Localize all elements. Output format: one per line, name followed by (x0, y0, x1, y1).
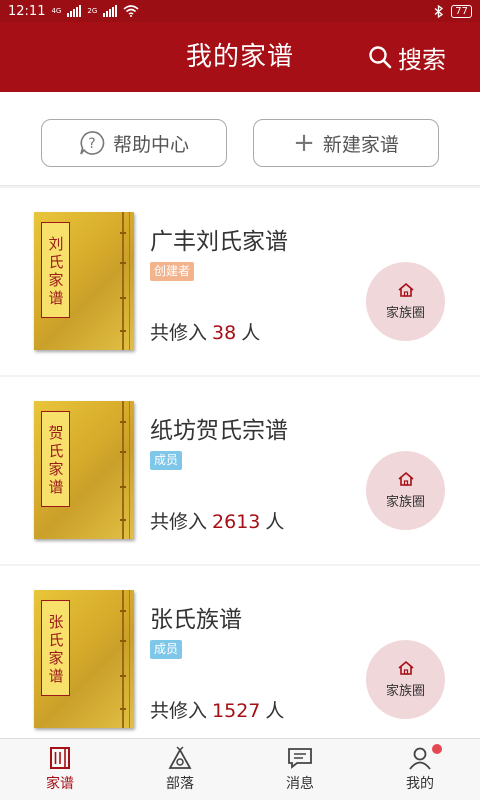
role-badge: 成员 (150, 640, 183, 659)
book-icon (50, 747, 70, 769)
family-name: 广丰刘氏家谱 (150, 229, 288, 255)
help-center-button[interactable]: ? 帮助中心 (41, 119, 227, 167)
user-icon (409, 747, 431, 770)
status-bar: 12:11 4G 2G 77 (0, 0, 480, 22)
tribe-icon (168, 746, 192, 769)
family-name: 纸坊贺氏宗谱 (150, 418, 288, 444)
new-family-tree-button[interactable]: + 新建家谱 (253, 119, 439, 167)
notification-dot (432, 744, 442, 754)
battery-indicator: 77 (451, 4, 472, 18)
tab-label: 部落 (166, 776, 194, 792)
member-count: 共修入 1527 人 (150, 700, 285, 722)
tab-family-tree[interactable]: 家谱 (0, 739, 120, 800)
help-center-label: 帮助中心 (112, 133, 189, 156)
role-badge: 成员 (150, 451, 183, 470)
family-card[interactable]: 刘氏家谱 广丰刘氏家谱 创建者 共修入 38 人 家族圈 (0, 188, 480, 375)
message-icon (288, 748, 312, 769)
status-time: 12:11 (8, 3, 46, 19)
signal-icon (67, 5, 82, 17)
book-label: 刘氏家谱 (41, 222, 70, 318)
role-badge: 创建者 (150, 262, 195, 281)
bottom-tab-bar: 家谱 部落 消息 我的 (0, 738, 480, 800)
family-circle-label: 家族圈 (385, 495, 425, 510)
plus-icon: + (293, 128, 315, 158)
svg-text:?: ? (88, 136, 95, 152)
book-label: 贺氏家谱 (41, 411, 70, 507)
tab-label: 家谱 (46, 776, 74, 792)
help-icon: ? (80, 131, 105, 155)
search-icon (369, 46, 392, 69)
member-count: 共修入 2613 人 (150, 511, 285, 533)
book-label: 张氏家谱 (41, 600, 70, 696)
home-icon (397, 471, 414, 486)
book-cover-icon: 刘氏家谱 (34, 212, 134, 350)
book-cover-icon: 张氏家谱 (34, 590, 134, 728)
family-card[interactable]: 贺氏家谱 纸坊贺氏宗谱 成员 共修入 2613 人 家族圈 (0, 377, 480, 564)
family-circle-label: 家族圈 (385, 684, 425, 699)
tab-label: 消息 (286, 776, 314, 792)
member-count: 共修入 38 人 (150, 322, 261, 344)
family-name: 张氏族谱 (150, 607, 242, 633)
family-circle-button[interactable]: 家族圈 (366, 640, 445, 719)
tab-messages[interactable]: 消息 (240, 739, 360, 800)
tab-label: 我的 (406, 776, 434, 792)
app-header: 我的家谱 搜索 (0, 22, 480, 92)
search-button[interactable]: 搜索 (368, 22, 446, 92)
family-circle-label: 家族圈 (385, 306, 425, 321)
family-card[interactable]: 张氏家谱 张氏族谱 成员 共修入 1527 人 家族圈 (0, 566, 480, 753)
book-cover-icon: 贺氏家谱 (34, 401, 134, 539)
network-type-1: 4G (51, 6, 62, 15)
new-family-tree-label: 新建家谱 (322, 133, 399, 156)
bluetooth-icon (434, 4, 444, 18)
search-label: 搜索 (398, 45, 446, 74)
signal-icon (103, 5, 118, 17)
tab-profile[interactable]: 我的 (360, 739, 480, 800)
home-icon (397, 282, 414, 297)
family-circle-button[interactable]: 家族圈 (366, 262, 445, 341)
tab-tribe[interactable]: 部落 (120, 739, 240, 800)
action-bar: ? 帮助中心 + 新建家谱 (0, 92, 480, 186)
wifi-icon (123, 5, 139, 17)
home-icon (397, 660, 414, 675)
family-circle-button[interactable]: 家族圈 (366, 451, 445, 530)
network-type-2: 2G (87, 6, 98, 15)
